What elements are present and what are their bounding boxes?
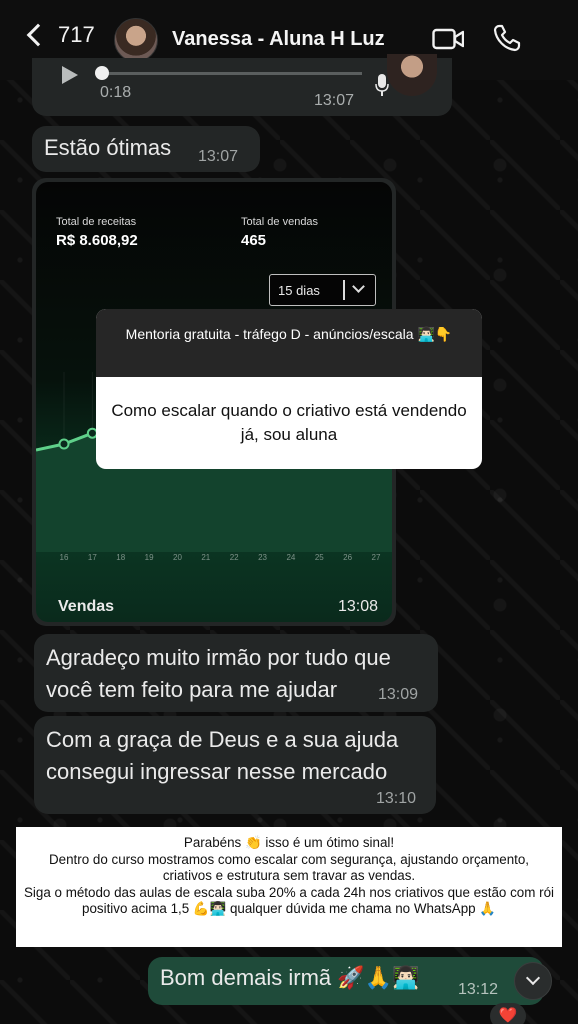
x-tick-label: 16 <box>60 553 69 562</box>
play-icon[interactable] <box>62 66 78 84</box>
question-title: Mentoria gratuita - tráfego D - anúncios… <box>125 326 453 342</box>
outgoing-message[interactable]: Bom demais irmã 🚀🙏👨🏻‍💻 13:12 <box>148 957 544 1005</box>
chevron-down-icon <box>525 970 541 986</box>
x-tick-label: 24 <box>286 553 295 562</box>
incoming-message[interactable]: Estão ótimas 13:07 <box>32 126 260 172</box>
x-tick-label: 25 <box>315 553 324 562</box>
message-time: 13:09 <box>378 686 419 703</box>
x-tick-label: 26 <box>343 553 352 562</box>
phone-icon[interactable] <box>492 23 522 53</box>
select-divider <box>343 280 345 300</box>
x-tick-label: 23 <box>258 553 267 562</box>
audio-duration: 0:18 <box>100 84 132 101</box>
x-tick-label: 22 <box>230 553 239 562</box>
message-time: 13:08 <box>338 598 379 615</box>
x-tick-label: 19 <box>145 553 154 562</box>
chevron-left-icon <box>26 23 50 47</box>
reaction-badge[interactable]: ❤️ <box>490 1003 526 1024</box>
period-select-value: 15 dias <box>278 283 320 298</box>
reply-overlay: Parabéns 👏 isso é um ótimo sinal! Dentro… <box>16 827 562 947</box>
total-receitas-label: Total de receitas <box>56 216 137 228</box>
unread-count: 717 <box>58 22 95 47</box>
sender-avatar <box>387 54 437 96</box>
message-time: 13:10 <box>376 790 417 807</box>
x-tick-label: 20 <box>173 553 182 562</box>
x-tick-label: 27 <box>372 553 381 562</box>
reply-text: Parabéns 👏 isso é um ótimo sinal! Dentro… <box>24 835 555 917</box>
total-receitas-value: R$ 8.608,92 <box>56 232 138 249</box>
audio-message: 0:18 13:07 <box>32 54 452 116</box>
total-vendas-value: 465 <box>241 232 267 249</box>
chart-point <box>58 438 70 450</box>
contact-name[interactable]: Vanessa - Aluna H Luz <box>172 28 385 51</box>
chart-caption: Vendas <box>58 598 115 615</box>
message-time: 13:12 <box>458 981 499 998</box>
x-tick-label: 17 <box>88 553 97 562</box>
total-vendas-label: Total de vendas <box>241 216 319 228</box>
message-text: Bom demais irmã 🚀🙏👨🏻‍💻 <box>160 965 420 990</box>
message-text: Estão ótimas <box>44 135 172 160</box>
scroll-to-bottom-button[interactable] <box>514 962 552 1000</box>
x-tick-label: 21 <box>201 553 210 562</box>
back-button[interactable]: 717 <box>22 22 95 48</box>
message-time: 13:07 <box>198 148 239 165</box>
question-header: Mentoria gratuita - tráfego D - anúncios… <box>96 309 482 377</box>
video-call-icon[interactable] <box>432 27 464 51</box>
question-answer: Como escalar quando o criativo está vend… <box>111 401 467 444</box>
x-tick-label: 18 <box>116 553 125 562</box>
period-select: 15 dias <box>269 274 376 306</box>
incoming-message[interactable]: Agradeço muito irmão por tudo que você t… <box>34 634 438 712</box>
message-text: Agradeço muito irmão por tudo que você t… <box>46 645 391 702</box>
avatar[interactable] <box>114 18 158 62</box>
audio-scrubber-handle[interactable] <box>95 66 109 80</box>
incoming-message[interactable]: Com a graça de Deus e a sua ajuda conseg… <box>34 716 436 814</box>
audio-progress-track[interactable] <box>102 72 362 75</box>
chevron-down-icon <box>352 280 365 293</box>
question-sticker: Mentoria gratuita - tráfego D - anúncios… <box>96 309 482 469</box>
message-text: Com a graça de Deus e a sua ajuda conseg… <box>46 727 399 784</box>
message-time: 13:07 <box>314 92 355 109</box>
